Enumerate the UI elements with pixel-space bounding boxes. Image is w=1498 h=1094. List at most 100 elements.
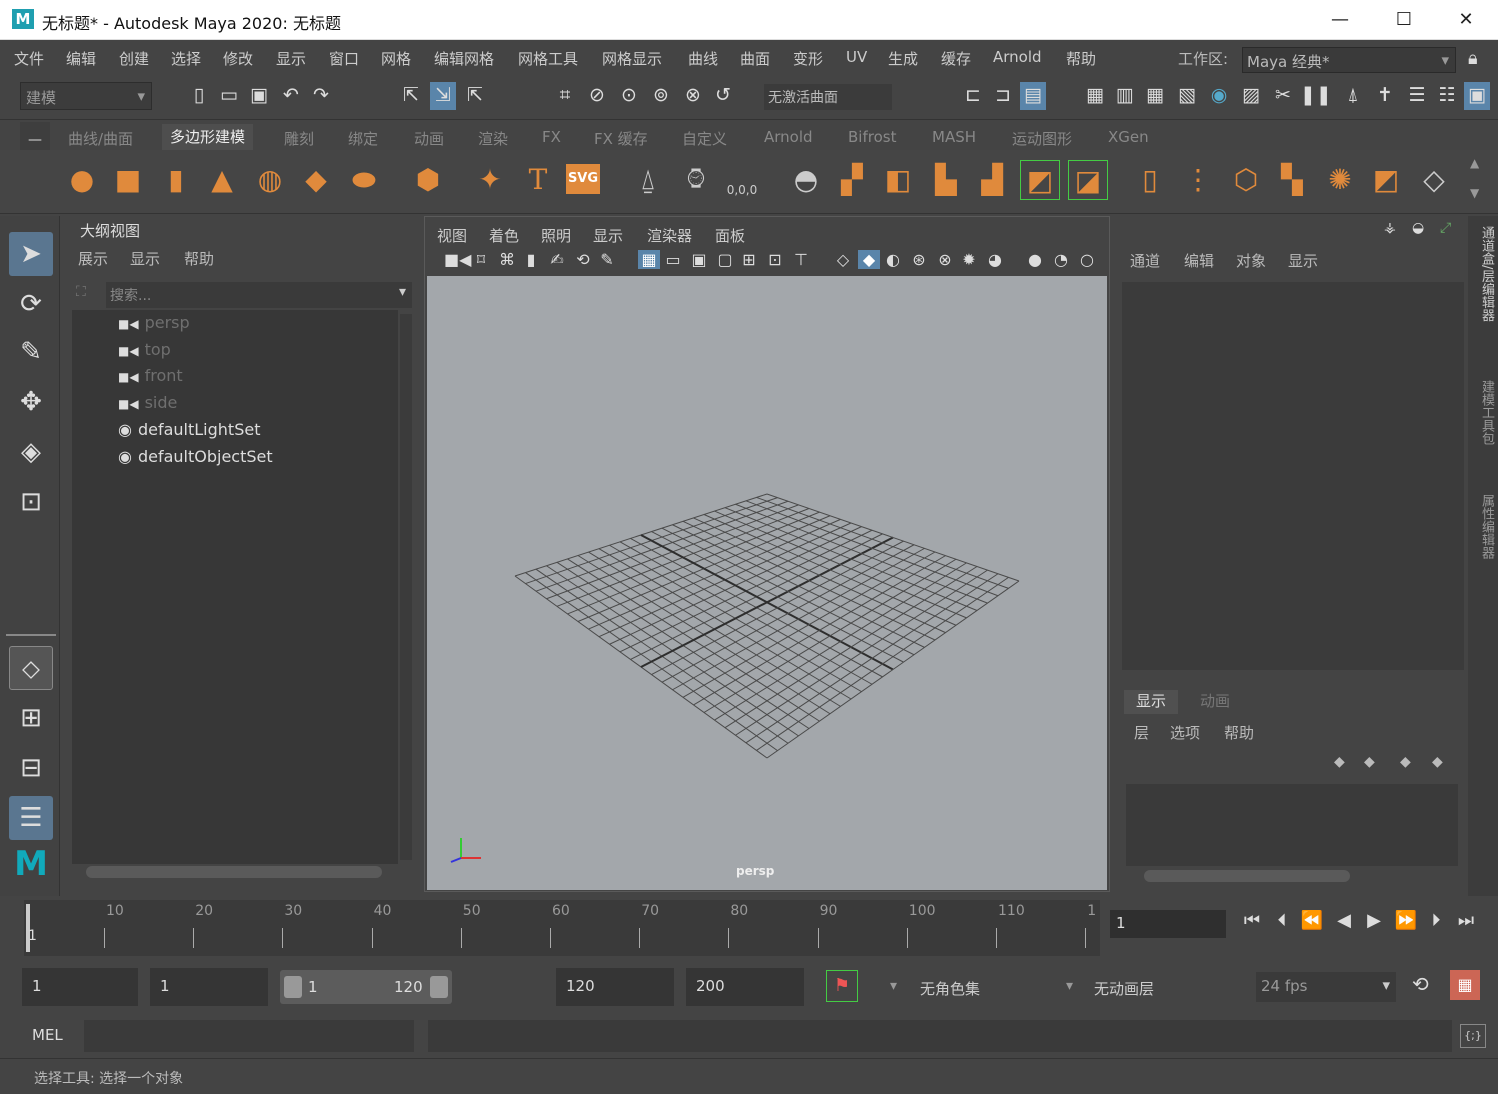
outliner-menu-display[interactable]: 显示 <box>130 248 160 269</box>
snap-grid-icon[interactable]: ⌗ <box>552 82 578 110</box>
output-ops-icon[interactable]: ⊐ <box>990 82 1016 110</box>
super-shape-icon[interactable]: ✦ <box>470 160 510 200</box>
animation-start-field[interactable]: 1 <box>22 968 138 1006</box>
playback-start-field[interactable]: 1 <box>150 968 268 1006</box>
tab-modeling-toolkit[interactable]: 建模工具包 <box>1470 380 1496 470</box>
viewport-menu-view[interactable]: 视图 <box>437 225 467 246</box>
undo-icon[interactable]: ↶ <box>278 82 304 110</box>
snap-point-icon[interactable]: ⊙ <box>616 82 642 110</box>
redo-icon[interactable]: ↷ <box>308 82 334 110</box>
menu-windows[interactable]: 窗口 <box>329 48 359 69</box>
menu-mesh-display[interactable]: 网格显示 <box>602 48 662 69</box>
close-button[interactable]: ✕ <box>1436 4 1496 36</box>
filter-icon[interactable]: ⛶ <box>76 284 86 300</box>
poly-cylinder-icon[interactable]: ▮ <box>156 160 196 200</box>
perspective-viewport[interactable] <box>427 276 1107 890</box>
layer-editor-icon[interactable]: ◒ <box>1412 220 1424 236</box>
auto-key-icon[interactable]: ⚑ <box>826 970 858 1002</box>
current-frame-field[interactable]: 1 <box>1110 910 1226 938</box>
tab-poly-modeling[interactable]: 多边形建模 <box>162 124 254 150</box>
fps-select[interactable]: 24 fps ▾ <box>1256 972 1396 1002</box>
modeling-toolkit-icon[interactable]: ⍋ <box>1340 82 1366 110</box>
new-layer-selected-icon[interactable]: ◆ <box>1432 754 1443 770</box>
tab-fx-caching[interactable]: FX 缓存 <box>594 128 648 149</box>
mirror-icon[interactable]: ◩ <box>1020 160 1060 200</box>
menu-edit[interactable]: 编辑 <box>66 48 96 69</box>
layer-menu-layers[interactable]: 层 <box>1134 722 1149 743</box>
step-forward-key-icon[interactable]: ⏩ <box>1392 910 1420 931</box>
new-scene-icon[interactable]: ▯ <box>186 82 212 110</box>
target-weld-icon[interactable]: ◩ <box>1366 160 1406 200</box>
menu-file[interactable]: 文件 <box>14 48 44 69</box>
command-language-label[interactable]: MEL <box>32 1026 63 1044</box>
menu-cache[interactable]: 缓存 <box>941 48 971 69</box>
tab-attribute-editor[interactable]: 属性编辑器 <box>1470 494 1496 584</box>
outliner-item-default-light-set[interactable]: ◉ defaultLightSet <box>118 420 260 439</box>
camera-attributes-icon[interactable]: ■◀ <box>444 250 471 269</box>
safe-title-icon[interactable]: ⊤ <box>790 250 812 269</box>
viewport-menu-renderer[interactable]: 渲染器 <box>647 225 692 246</box>
image-plane-icon[interactable]: ⌘ <box>496 250 518 269</box>
lasso-tool-icon[interactable]: ⟳ <box>9 282 53 326</box>
platonic-solid-icon[interactable]: ⬢ <box>408 160 448 200</box>
scale-tool-icon[interactable]: ⊡ <box>9 480 53 524</box>
snap-vertex-icon[interactable]: ↺ <box>710 82 736 110</box>
bool-difference-icon[interactable]: ▟ <box>972 160 1012 200</box>
render-setup-icon[interactable]: ▨ <box>1238 82 1264 110</box>
menu-modify[interactable]: 修改 <box>223 48 253 69</box>
tab-rendering[interactable]: 渲染 <box>478 128 508 149</box>
anim-preferences-icon[interactable]: ▦ <box>1450 970 1480 1000</box>
playback-end-field[interactable]: 120 <box>556 968 674 1006</box>
construction-history-icon[interactable]: ▤ <box>1020 82 1046 110</box>
outliner-vertical-scrollbar[interactable] <box>400 314 412 860</box>
menu-arnold[interactable]: Arnold <box>993 48 1042 66</box>
step-back-frame-icon[interactable]: ⏴ <box>1268 910 1296 931</box>
rotate-tool-icon[interactable]: ◈ <box>9 430 53 474</box>
lock-icon[interactable]: 🔒︎ <box>1468 48 1478 69</box>
tab-mash[interactable]: MASH <box>932 128 976 146</box>
menu-deform[interactable]: 变形 <box>793 48 823 69</box>
render-settings-icon[interactable]: ▧ <box>1174 82 1200 110</box>
xray-icon[interactable]: ⊗ <box>934 250 956 269</box>
maya-home-icon[interactable]: M <box>9 842 53 886</box>
poly-text-icon[interactable]: T <box>518 160 558 200</box>
tab-bifrost[interactable]: Bifrost <box>848 128 896 146</box>
float-icon[interactable]: ⤢ <box>1440 220 1451 236</box>
range-end-handle[interactable] <box>430 976 448 998</box>
snap-curve-icon[interactable]: ⊘ <box>584 82 610 110</box>
step-back-key-icon[interactable]: ⏪ <box>1298 910 1326 931</box>
move-layer-down-icon[interactable]: ◆ <box>1364 754 1375 770</box>
channel-menu-object[interactable]: 对象 <box>1236 250 1266 271</box>
quad-draw-icon[interactable]: ◇ <box>1414 160 1454 200</box>
tab-curves-surfaces[interactable]: 曲线/曲面 <box>68 128 133 149</box>
menu-display[interactable]: 显示 <box>276 48 306 69</box>
channel-menu-edit[interactable]: 编辑 <box>1184 250 1214 271</box>
bookmark-icon[interactable]: ⌑ <box>470 250 492 269</box>
center-pivot-icon[interactable]: 0,0,0 <box>722 160 762 200</box>
2d-pan-zoom-icon[interactable]: ⟲ <box>572 250 594 269</box>
tab-display-layers[interactable]: 显示 <box>1136 690 1166 711</box>
grease-pencil-icon[interactable]: ✍ <box>546 250 568 269</box>
select-tool-icon[interactable]: ➤ <box>9 232 53 276</box>
single-perspective-layout-icon[interactable]: ⬦ <box>9 646 53 690</box>
tab-custom[interactable]: 自定义 <box>682 128 727 149</box>
pause-icon[interactable]: ❚❚ <box>1300 82 1332 110</box>
menu-edit-mesh[interactable]: 编辑网格 <box>434 48 494 69</box>
minimize-button[interactable]: — <box>1310 4 1370 36</box>
merge-icon[interactable]: ▚ <box>1272 160 1312 200</box>
camera-lock-icon[interactable]: ▮ <box>520 250 542 269</box>
bridge-icon[interactable]: ⋮ <box>1178 160 1218 200</box>
play-backwards-icon[interactable]: ◀ <box>1330 910 1358 931</box>
tab-sculpting[interactable]: 雕刻 <box>284 128 314 149</box>
script-editor-icon[interactable]: {;} <box>1460 1024 1486 1048</box>
tab-rigging[interactable]: 绑定 <box>348 128 378 149</box>
anim-layer-select[interactable]: 无动画层 <box>1094 978 1154 999</box>
default-material-icon[interactable]: ◐ <box>882 250 904 269</box>
channel-menu-show[interactable]: 显示 <box>1288 250 1318 271</box>
grid-toggle-icon[interactable]: ▦ <box>638 250 660 269</box>
tab-arnold[interactable]: Arnold <box>764 128 813 146</box>
menu-help[interactable]: 帮助 <box>1066 48 1096 69</box>
go-to-end-icon[interactable]: ⏭ <box>1452 910 1480 931</box>
svg-icon[interactable]: SVG <box>566 164 600 194</box>
persp-outliner-layout-icon[interactable]: ⊟ <box>9 746 53 790</box>
